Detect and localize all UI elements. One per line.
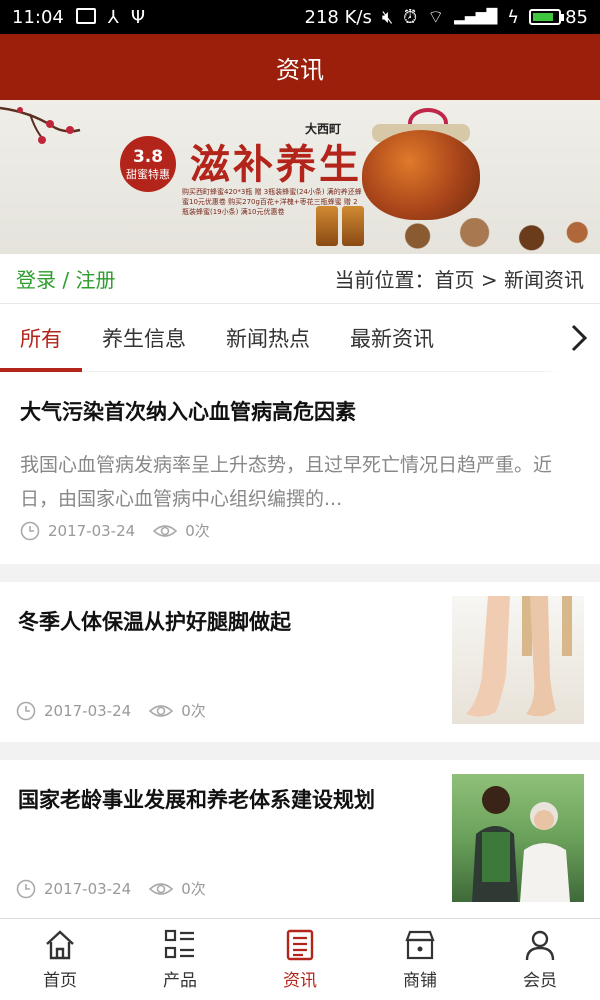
- alarm-icon: ⏰︎: [403, 6, 418, 28]
- status-bar: 11:04 ⅄ Ψ 218 K/s 🔇︎ ⏰︎ ⌔ ▂▄▆█ ϟ 85: [0, 0, 600, 34]
- nav-shop[interactable]: 商铺: [360, 919, 480, 1000]
- news-views: 0次: [185, 522, 210, 540]
- news-icon: [286, 929, 314, 961]
- location-bar: 登录 / 注册 当前位置：首页 > 新闻资讯: [0, 254, 600, 304]
- share-icon: ⅄: [107, 6, 119, 28]
- nuts-decoration: [372, 218, 600, 254]
- eye-icon: [149, 882, 174, 895]
- nav-label: 产品: [163, 971, 197, 991]
- news-date: 2017-03-24: [44, 879, 132, 898]
- gallery-icon: [75, 8, 96, 26]
- app-header: 资讯: [0, 34, 600, 100]
- shop-icon: [405, 930, 435, 960]
- grid-list-icon: [164, 929, 194, 959]
- home-icon: [46, 930, 74, 960]
- tab-latest-news[interactable]: 最新资讯: [330, 304, 454, 371]
- breadcrumb: 当前位置：首页 > 新闻资讯: [334, 268, 584, 292]
- status-time: 11:04: [12, 6, 64, 28]
- chevron-right-icon: [571, 324, 588, 352]
- small-honey-jar-image: [316, 206, 338, 246]
- news-views: 0次: [181, 880, 206, 898]
- battery-indicator: 85: [529, 7, 588, 28]
- news-meta: 2017-03-24 0次: [16, 700, 206, 721]
- mute-icon: 🔇︎: [381, 6, 394, 28]
- banner-title: 滋补养生: [190, 141, 362, 188]
- clock-icon: [16, 701, 36, 720]
- clock-icon: [20, 521, 40, 540]
- news-meta: 2017-03-24 0次: [20, 520, 210, 541]
- nav-member[interactable]: 会员: [480, 919, 600, 1000]
- news-thumbnail-feet: [452, 596, 584, 724]
- network-speed: 218 K/s: [304, 6, 372, 28]
- news-item[interactable]: 冬季人体保温从护好腿脚做起 2017-03-24 0次: [0, 582, 600, 742]
- nav-label: 会员: [523, 971, 557, 991]
- tab-all[interactable]: 所有: [0, 304, 82, 372]
- news-thumbnail-elderly-care: [452, 774, 584, 902]
- eye-icon: [153, 524, 178, 537]
- news-date: 2017-03-24: [44, 701, 132, 720]
- tabs-scroll-button[interactable]: [542, 304, 600, 372]
- battery-level: 85: [565, 6, 588, 28]
- tab-label: 最新资讯: [350, 326, 434, 351]
- news-title: 大气污染首次纳入心血管病高危因素: [20, 400, 356, 424]
- user-icon: [525, 930, 555, 961]
- tab-label: 新闻热点: [226, 326, 310, 351]
- nav-news[interactable]: 资讯: [240, 919, 360, 1000]
- promo-banner[interactable]: 3.8 甜蜜特惠 滋补养生 大西町 购买西町蜂蜜420*3瓶 赠 3瓶装蜂蜜(2…: [0, 100, 600, 254]
- nav-label: 商铺: [403, 971, 437, 991]
- news-summary: 我国心血管病发病率呈上升态势，且过早死亡情况日趋严重。近日，由国家心血管病中心组…: [20, 454, 553, 511]
- nav-label: 首页: [43, 971, 77, 991]
- nav-home[interactable]: 首页: [0, 919, 120, 1000]
- tab-hot-news[interactable]: 新闻热点: [206, 304, 330, 371]
- news-item[interactable]: 大气污染首次纳入心血管病高危因素 我国心血管病发病率呈上升态势，且过早死亡情况日…: [0, 372, 600, 564]
- nav-label: 资讯: [283, 971, 317, 991]
- page-title: 资讯: [276, 55, 324, 84]
- news-item[interactable]: 国家老龄事业发展和养老体系建设规划 2017-03-24 0次: [0, 760, 600, 920]
- news-title: 冬季人体保温从护好腿脚做起: [18, 610, 291, 634]
- badge-text: 甜蜜特惠: [126, 167, 170, 181]
- usb-icon: Ψ: [130, 6, 146, 28]
- charging-icon: ϟ: [507, 6, 520, 28]
- banner-brand: 大西町: [305, 122, 342, 136]
- small-honey-jar-image: [342, 206, 364, 246]
- news-title: 国家老龄事业发展和养老体系建设规划: [18, 788, 375, 812]
- signal-icon: ▂▄▆█: [454, 9, 498, 25]
- promo-badge: 3.8 甜蜜特惠: [120, 136, 176, 192]
- honey-jar-image: [362, 130, 480, 220]
- login-register-link[interactable]: 登录 / 注册: [16, 264, 115, 293]
- eye-icon: [149, 704, 174, 717]
- plum-branch-decoration: [0, 106, 81, 144]
- wifi-icon: ⌔: [427, 6, 445, 28]
- tab-label: 所有: [20, 326, 62, 351]
- bottom-nav: 首页 产品 资讯 商铺 会员: [0, 918, 600, 1000]
- news-list: 大气污染首次纳入心血管病高危因素 我国心血管病发病率呈上升态势，且过早死亡情况日…: [0, 372, 600, 920]
- tab-label: 养生信息: [102, 326, 186, 351]
- clock-icon: [16, 879, 36, 898]
- tab-health-info[interactable]: 养生信息: [82, 304, 206, 371]
- news-views: 0次: [181, 702, 206, 720]
- nav-products[interactable]: 产品: [120, 919, 240, 1000]
- category-tabs: 所有 养生信息 新闻热点 最新资讯: [0, 304, 600, 372]
- news-meta: 2017-03-24 0次: [16, 878, 206, 899]
- badge-date: 3.8: [132, 147, 164, 168]
- news-date: 2017-03-24: [48, 521, 136, 540]
